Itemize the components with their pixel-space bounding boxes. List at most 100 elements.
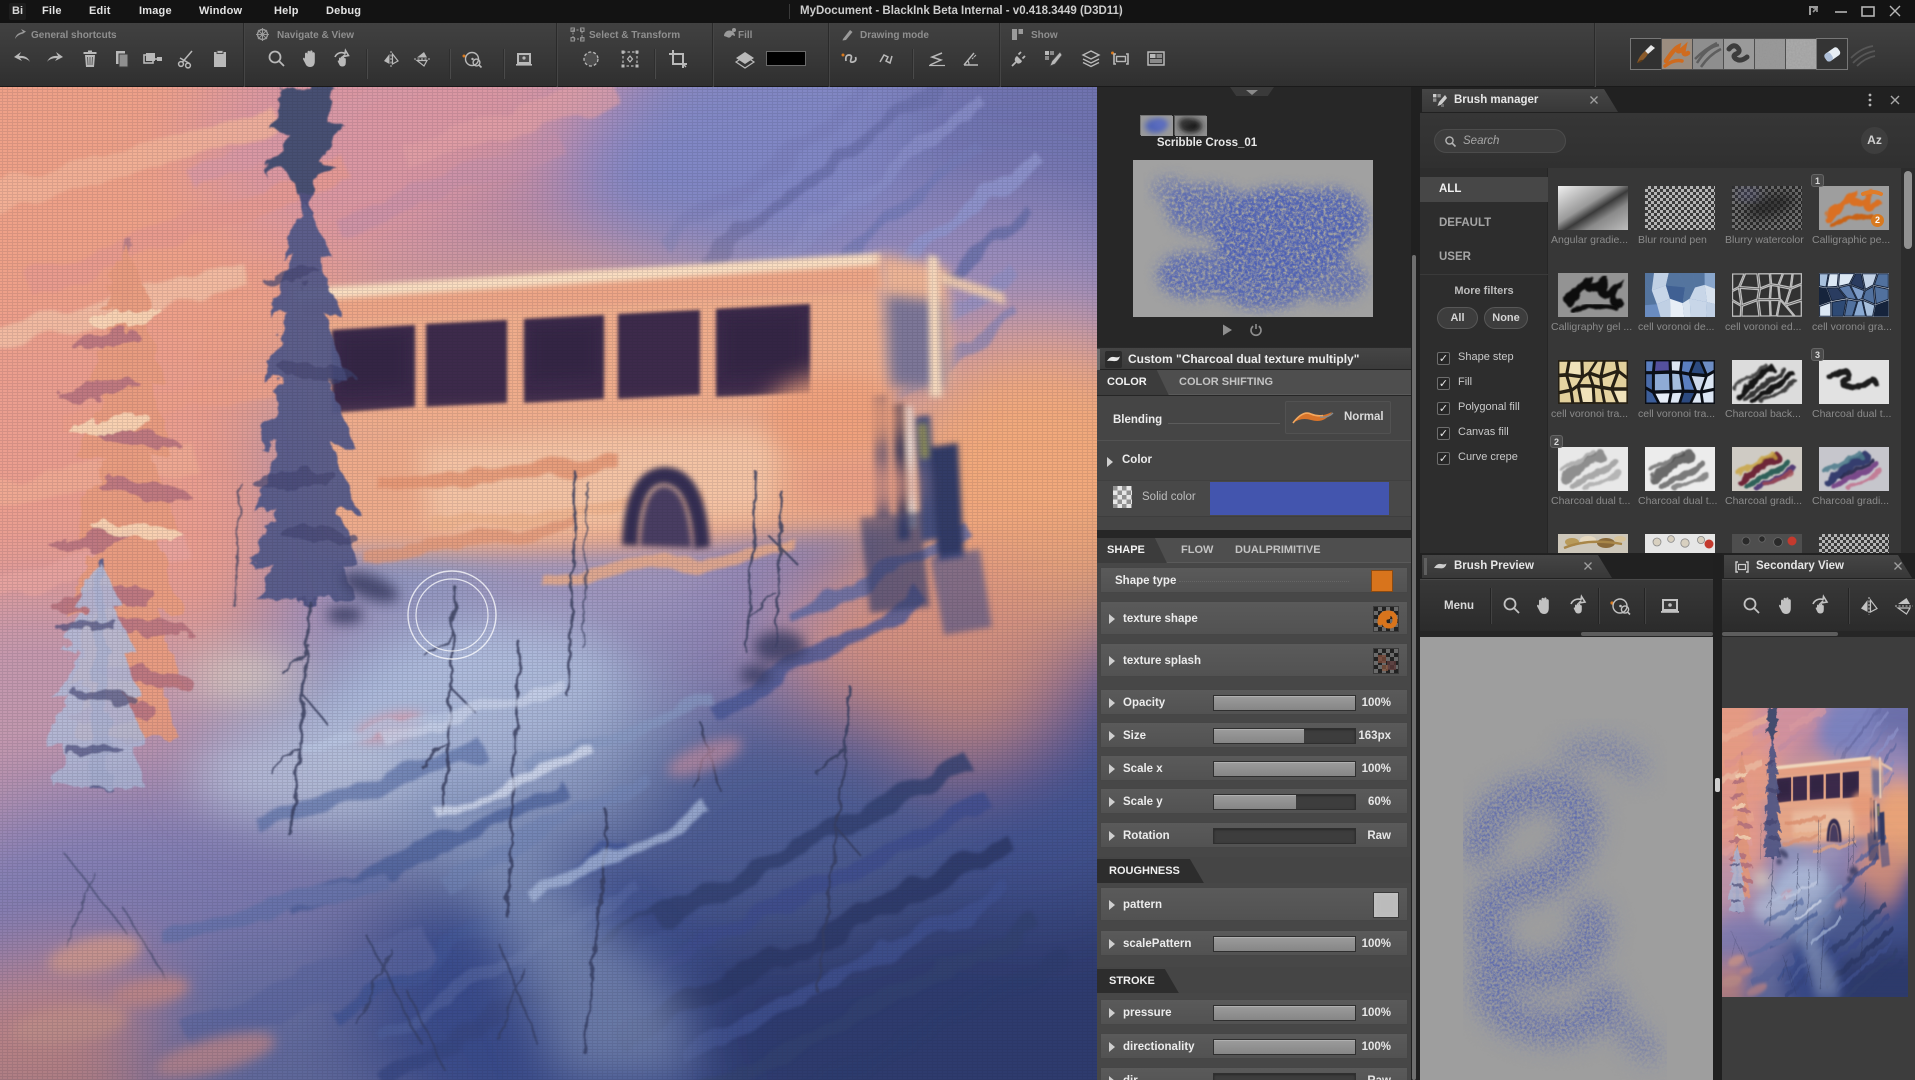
filter-checkbox-polygonal-fill[interactable]: ✓Polygonal fill	[1437, 400, 1548, 419]
brush-variant-thumb-1[interactable]	[1140, 115, 1172, 135]
brush-item[interactable]: Calligraphy gel ...	[1549, 255, 1636, 342]
brush-manager-tab[interactable]: Brush manager	[1422, 89, 1618, 112]
shape-type-swatch[interactable]	[1371, 570, 1393, 592]
size-slider[interactable]	[1213, 728, 1356, 744]
secondary-pan-icon[interactable]	[1774, 594, 1798, 618]
show-windows-button[interactable]	[1145, 48, 1167, 70]
secondary-flip-v-icon[interactable]	[1892, 594, 1915, 618]
scale-x-slider[interactable]	[1213, 761, 1356, 777]
cut-button[interactable]	[175, 48, 197, 70]
scrollbar-thumb[interactable]	[1412, 255, 1416, 1080]
menu-file[interactable]: File	[42, 0, 62, 23]
angle-snap-button[interactable]	[960, 48, 982, 70]
caret-icon[interactable]	[1109, 1042, 1115, 1052]
filter-checkbox-curve-crepe[interactable]: ✓Curve crepe	[1437, 450, 1548, 469]
filter-checkbox-shape-step[interactable]: ✓Shape step	[1437, 350, 1548, 369]
size-row[interactable]: Size 163px	[1100, 722, 1408, 748]
preview-zoom-icon[interactable]	[1500, 594, 1524, 618]
pressure-row[interactable]: pressure 100%	[1100, 999, 1408, 1025]
preset-eraser[interactable]	[1816, 38, 1848, 70]
preview-fit-icon[interactable]	[1658, 594, 1682, 618]
tab-flow[interactable]: FLOW	[1171, 538, 1223, 563]
color-caret-icon[interactable]	[1107, 457, 1113, 467]
solid-color-swatch[interactable]	[1210, 482, 1389, 515]
tab-dualprimitive[interactable]: DUALPRIMITIVE	[1225, 538, 1331, 563]
brush-thumbnail[interactable]	[1558, 534, 1628, 553]
fill-tool-button[interactable]	[734, 48, 756, 70]
tab-close-icon[interactable]	[1582, 560, 1594, 572]
brush-thumbnail[interactable]	[1819, 360, 1889, 404]
preview-menu-button[interactable]: Menu	[1444, 594, 1474, 618]
brush-thumbnail[interactable]	[1558, 360, 1628, 404]
directionality-row[interactable]: directionality 100%	[1100, 1033, 1408, 1059]
scale-pattern-row[interactable]: scalePattern 100%	[1100, 930, 1408, 956]
caret-icon[interactable]	[1109, 831, 1115, 841]
panel-splitter-vertical[interactable]	[1713, 553, 1722, 1080]
close-button[interactable]	[1885, 2, 1905, 20]
secondary-view-canvas[interactable]	[1722, 637, 1915, 1080]
brush-item[interactable]: Blur round pen	[1636, 168, 1723, 255]
flip-horizontal-button[interactable]	[381, 48, 403, 70]
preset-grain-texture-1[interactable]	[1754, 38, 1786, 70]
tab-color-shifting[interactable]: COLOR SHIFTING	[1169, 370, 1283, 395]
brush-item[interactable]: Angular gradie...	[1549, 168, 1636, 255]
brush-thumbnail[interactable]	[1645, 273, 1715, 317]
pattern-row[interactable]: pattern	[1100, 887, 1408, 921]
panel-menu-icon[interactable]	[1862, 92, 1878, 108]
brush-thumbnail[interactable]	[1732, 447, 1802, 491]
search-input[interactable]: Search	[1434, 129, 1566, 153]
menu-window[interactable]: Window	[199, 0, 242, 23]
scale-pattern-slider[interactable]	[1213, 936, 1356, 952]
shape-type-row[interactable]: Shape type	[1100, 567, 1408, 593]
brush-thumbnail[interactable]	[1645, 186, 1715, 230]
brush-item[interactable]: Blurry watercolor	[1723, 168, 1810, 255]
preset-faint-strokes[interactable]	[1847, 38, 1879, 70]
checkbox-checked-icon[interactable]: ✓	[1437, 402, 1450, 415]
menu-debug[interactable]: Debug	[326, 0, 361, 23]
show-layers-button[interactable]	[1080, 48, 1102, 70]
splitter-handle[interactable]	[1715, 778, 1720, 792]
zoom-tool-button[interactable]	[266, 48, 288, 70]
dir-slider[interactable]	[1213, 1073, 1356, 1080]
brush-thumbnail[interactable]	[1558, 186, 1628, 230]
pattern-thumb[interactable]	[1373, 892, 1399, 918]
paste-button[interactable]	[209, 48, 231, 70]
blending-mode-icon[interactable]	[1290, 404, 1336, 430]
scale-x-row[interactable]: Scale x 100%	[1100, 755, 1408, 781]
brush-item[interactable]: Charcoal gradi...	[1810, 429, 1897, 516]
filter-none-button[interactable]: None	[1484, 307, 1528, 329]
tab-close-icon[interactable]	[1892, 560, 1904, 572]
caret-icon[interactable]	[1109, 731, 1115, 741]
copy-button[interactable]	[111, 48, 133, 70]
brush-preview-tab[interactable]: Brush Preview	[1422, 555, 1612, 578]
brush-item[interactable]: cell voronoi ed...	[1723, 255, 1810, 342]
crop-tool-button[interactable]	[667, 48, 689, 70]
pressure-slider[interactable]	[1213, 1005, 1356, 1021]
pan-tool-button[interactable]	[299, 48, 321, 70]
scale-y-row[interactable]: Scale y 60%	[1100, 788, 1408, 814]
caret-icon[interactable]	[1109, 764, 1115, 774]
duplicate-button[interactable]	[142, 48, 164, 70]
panel-close-icon[interactable]	[1888, 93, 1902, 107]
brush-thumbnail[interactable]	[1645, 534, 1715, 553]
brush-grid-scrollbar[interactable]	[1901, 168, 1915, 553]
texture-splash-thumb[interactable]	[1373, 648, 1399, 674]
panel-collapse-tab[interactable]	[1230, 87, 1274, 96]
roughness-header[interactable]: ROUGHNESS	[1097, 857, 1411, 883]
brush-thumbnail[interactable]	[1558, 273, 1628, 317]
checkbox-checked-icon[interactable]: ✓	[1437, 427, 1450, 440]
preset-swirl-dark[interactable]	[1723, 38, 1755, 70]
opacity-slider[interactable]	[1213, 695, 1356, 711]
flip-vertical-button[interactable]	[411, 48, 433, 70]
play-preview-button[interactable]	[1220, 323, 1234, 337]
brush-thumbnail[interactable]	[1645, 447, 1715, 491]
caret-icon[interactable]	[1109, 939, 1115, 949]
brush-item[interactable]: cell voronoi tra...	[1549, 342, 1636, 429]
brush-item[interactable]: Charcoal back...	[1723, 342, 1810, 429]
brush-item[interactable]: cell voronoi gra...	[1810, 255, 1897, 342]
brush-stamp-preview[interactable]	[1133, 160, 1373, 317]
caret-icon[interactable]	[1109, 797, 1115, 807]
rotation-row[interactable]: Rotation Raw	[1100, 822, 1408, 848]
category-default[interactable]: DEFAULT	[1420, 211, 1548, 236]
rotation-slider[interactable]	[1213, 828, 1356, 844]
